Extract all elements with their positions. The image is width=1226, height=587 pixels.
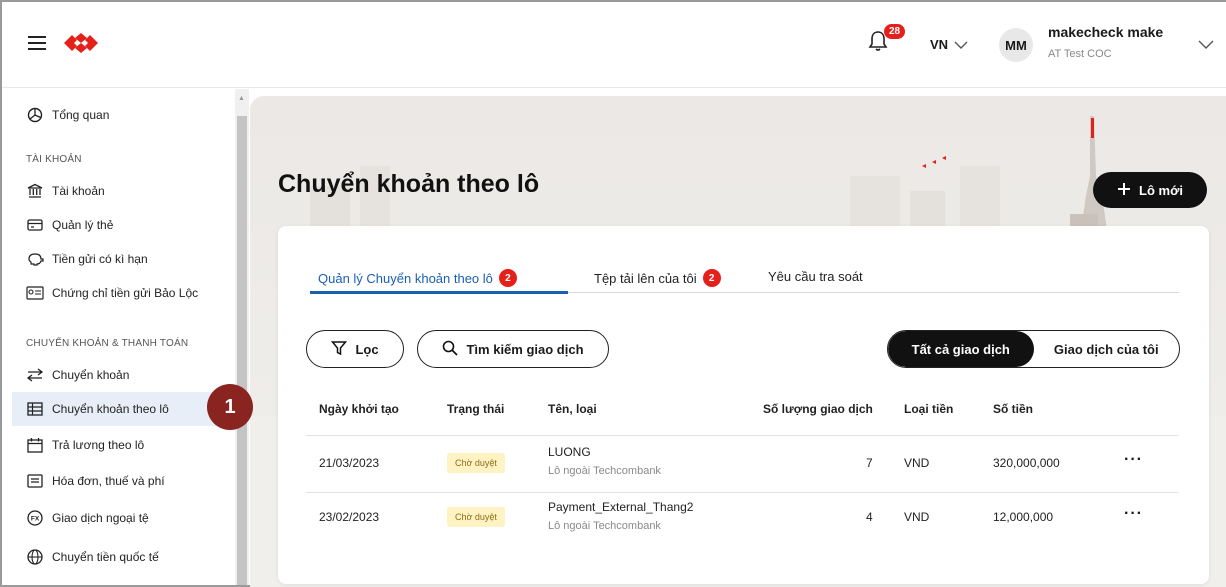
filter-button[interactable]: Lọc bbox=[306, 330, 404, 368]
row-currency: VND bbox=[904, 510, 930, 524]
sidebar-item-overview[interactable]: Tổng quan bbox=[12, 98, 234, 132]
sidebar-item-label: Chuyển tiền quốc tế bbox=[52, 550, 159, 564]
sidebar-item-certificate[interactable]: Chứng chỉ tiền gửi Bảo Lộc bbox=[12, 276, 234, 310]
chevron-down-icon[interactable] bbox=[1198, 36, 1214, 54]
search-label: Tìm kiếm giao dịch bbox=[466, 341, 584, 357]
row-count: 7 bbox=[866, 456, 873, 470]
tab-label: Tệp tải lên của tôi bbox=[594, 270, 697, 286]
scroll-up-icon[interactable]: ▲ bbox=[238, 95, 245, 102]
sidebar-item-international[interactable]: Chuyển tiền quốc tế bbox=[12, 540, 234, 574]
section-accounts: TÀI KHOẢN bbox=[26, 154, 82, 165]
certificate-icon bbox=[26, 284, 44, 302]
status-badge: Chờ duyệt bbox=[447, 507, 505, 527]
menu-icon[interactable] bbox=[28, 36, 46, 50]
globe-icon bbox=[26, 548, 44, 566]
sidebar-item-label: Chuyển khoản theo lô bbox=[52, 402, 169, 416]
brand-logo[interactable] bbox=[64, 33, 98, 58]
tab-my-uploads[interactable]: Tệp tải lên của tôi 2 bbox=[594, 269, 721, 287]
my-transactions-option[interactable]: Giao dịch của tôi bbox=[1034, 331, 1180, 367]
bank-icon bbox=[26, 182, 44, 200]
search-transactions-button[interactable]: Tìm kiếm giao dịch bbox=[417, 330, 609, 368]
new-batch-button[interactable]: Lô mới bbox=[1093, 172, 1207, 208]
sidebar-item-label: Chuyển khoản bbox=[52, 368, 130, 382]
table-divider bbox=[306, 492, 1179, 493]
step-marker: 1 bbox=[207, 384, 253, 430]
sidebar-item-label: Hóa đơn, thuế và phí bbox=[52, 474, 165, 488]
card-icon bbox=[26, 216, 44, 234]
row-type: Lô ngoài Techcombank bbox=[548, 465, 661, 477]
row-type: Lô ngoài Techcombank bbox=[548, 520, 661, 532]
tab-inquiry[interactable]: Yêu cầu tra soát bbox=[768, 269, 863, 284]
user-name: makecheck make bbox=[1048, 24, 1164, 40]
sidebar-item-transfer[interactable]: Chuyển khoản bbox=[12, 358, 234, 392]
transfer-icon bbox=[26, 366, 44, 384]
sidebar-item-batch-payroll[interactable]: Trả lương theo lô bbox=[12, 428, 234, 462]
sidebar-item-batch-transfer[interactable]: Chuyển khoản theo lô bbox=[12, 392, 234, 426]
column-header-status[interactable]: Trạng thái bbox=[447, 402, 504, 416]
sidebar-item-accounts[interactable]: Tài khoản bbox=[12, 174, 234, 208]
column-header-currency[interactable]: Loại tiền bbox=[904, 402, 953, 416]
section-transfers: CHUYỂN KHOẢN & THANH TOÁN bbox=[26, 338, 189, 349]
tab-label: Yêu cầu tra soát bbox=[768, 269, 863, 284]
column-header-name[interactable]: Tên, loại bbox=[548, 402, 597, 416]
sidebar-item-bills[interactable]: Hóa đơn, thuế và phí bbox=[12, 464, 234, 498]
row-name[interactable]: LUONG bbox=[548, 445, 591, 459]
sidebar-item-term-deposit[interactable]: Tiền gửi có kì hạn bbox=[12, 242, 234, 276]
tab-badge: 2 bbox=[498, 269, 517, 287]
sidebar-item-cards[interactable]: Quản lý thẻ bbox=[12, 208, 234, 242]
plus-icon bbox=[1117, 182, 1131, 199]
row-date: 21/03/2023 bbox=[319, 456, 380, 470]
status-badge: Chờ duyệt bbox=[447, 453, 505, 473]
sidebar-item-label: Giao dịch ngoại tệ bbox=[52, 511, 149, 525]
column-header-amount[interactable]: Số tiền bbox=[993, 402, 1033, 416]
avatar[interactable]: MM bbox=[999, 28, 1033, 62]
tab-label: Quản lý Chuyển khoản theo lô bbox=[318, 270, 493, 286]
more-actions-icon[interactable]: ··· bbox=[1124, 451, 1143, 469]
sidebar-item-label: Tiền gửi có kì hạn bbox=[52, 252, 148, 266]
column-header-date[interactable]: Ngày khởi tạo bbox=[319, 402, 399, 416]
row-amount: 12,000,000 bbox=[993, 510, 1054, 524]
user-org: AT Test COC bbox=[1048, 48, 1112, 60]
row-date: 23/02/2023 bbox=[319, 510, 380, 524]
language-label: VN bbox=[930, 37, 949, 52]
piggy-bank-icon bbox=[26, 250, 44, 268]
table-icon bbox=[26, 400, 44, 418]
column-header-count[interactable]: Số lượng giao dịch bbox=[763, 402, 873, 416]
table-divider bbox=[306, 435, 1179, 436]
all-transactions-option[interactable]: Tất cả giao dịch bbox=[888, 331, 1034, 367]
fx-icon: FX bbox=[26, 509, 44, 527]
tab-manage-batch[interactable]: Quản lý Chuyển khoản theo lô 2 bbox=[318, 269, 517, 287]
language-selector[interactable]: VN bbox=[930, 37, 968, 52]
new-batch-label: Lô mới bbox=[1139, 182, 1183, 198]
calendar-icon bbox=[26, 436, 44, 454]
sidebar-item-label: Tài khoản bbox=[52, 184, 105, 198]
sidebar-item-label: Tổng quan bbox=[52, 108, 110, 122]
row-currency: VND bbox=[904, 456, 930, 470]
chart-pie-icon bbox=[26, 106, 44, 124]
filter-label: Lọc bbox=[355, 341, 379, 357]
chevron-down-icon bbox=[954, 37, 968, 52]
sidebar-item-fx[interactable]: FX Giao dịch ngoại tệ bbox=[12, 501, 234, 535]
active-tab-indicator bbox=[310, 291, 568, 294]
page-title: Chuyển khoản theo lô bbox=[278, 170, 540, 198]
sidebar-item-label: Trả lương theo lô bbox=[52, 438, 145, 452]
row-amount: 320,000,000 bbox=[993, 456, 1060, 470]
receipt-icon bbox=[26, 472, 44, 490]
search-icon bbox=[442, 340, 459, 359]
row-count: 4 bbox=[866, 510, 873, 524]
filter-icon bbox=[331, 340, 348, 359]
transaction-scope-toggle: Tất cả giao dịch Giao dịch của tôi bbox=[887, 330, 1180, 368]
row-name[interactable]: Payment_External_Thang2 bbox=[548, 500, 693, 514]
tab-badge: 2 bbox=[702, 269, 721, 287]
notification-badge: 28 bbox=[884, 24, 906, 39]
sidebar-item-label: Chứng chỉ tiền gửi Bảo Lộc bbox=[52, 286, 199, 300]
svg-text:FX: FX bbox=[31, 516, 40, 523]
more-actions-icon[interactable]: ··· bbox=[1124, 505, 1143, 523]
top-header bbox=[2, 2, 1226, 88]
scroll-thumb[interactable] bbox=[237, 116, 247, 585]
sidebar-item-label: Quản lý thẻ bbox=[52, 218, 114, 232]
